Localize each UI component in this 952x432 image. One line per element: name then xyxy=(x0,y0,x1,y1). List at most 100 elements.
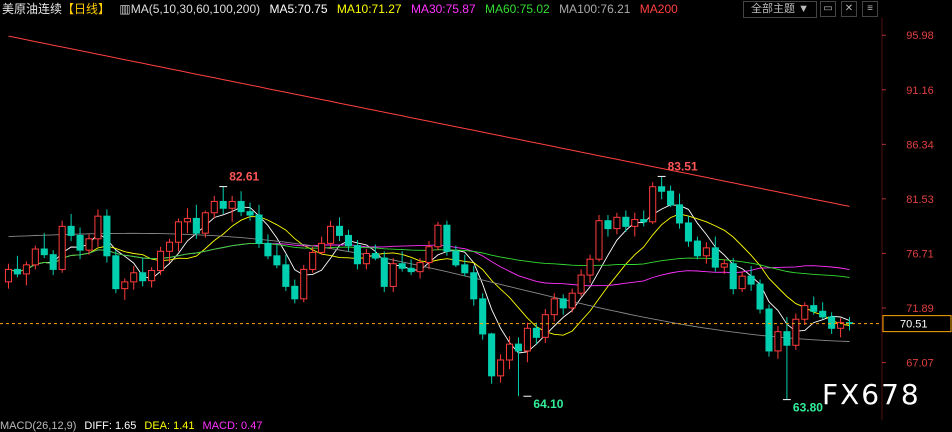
candle-body xyxy=(756,283,764,310)
candle-body xyxy=(828,316,836,329)
candle-body xyxy=(595,220,603,260)
current-price-label: 70.51 xyxy=(900,319,928,331)
candle-body xyxy=(702,247,710,257)
candle-body xyxy=(327,225,335,244)
candle-body xyxy=(40,248,48,256)
candle-body xyxy=(344,234,353,247)
candle-body xyxy=(559,298,567,309)
candle-body xyxy=(819,310,827,318)
candle-body xyxy=(58,225,66,270)
macd-dea: DEA: 1.41 xyxy=(144,420,195,432)
candle-body xyxy=(774,331,782,352)
candle-body xyxy=(228,200,236,209)
extreme-label: 82.61 xyxy=(229,170,259,184)
candle-body xyxy=(488,333,496,377)
candle-body xyxy=(49,254,57,270)
candle-body xyxy=(792,318,800,346)
ma200-line xyxy=(8,35,850,207)
candle-body xyxy=(747,275,755,285)
candle-body xyxy=(4,268,13,283)
candle-body xyxy=(335,225,344,236)
candle-body xyxy=(112,255,120,290)
candle-body xyxy=(22,264,30,275)
candle-body xyxy=(443,224,451,252)
candle-body xyxy=(237,200,245,213)
macd-legend: MACD(26,12,9) DIFF: 1.65 DEA: 1.41 MACD: 0.… xyxy=(0,420,270,432)
candle-body xyxy=(13,268,21,275)
y-tick-label: 95.98 xyxy=(906,30,934,42)
candle-body xyxy=(121,281,129,290)
candle-body xyxy=(783,331,791,346)
candle-body xyxy=(693,240,701,257)
candle-body xyxy=(568,292,576,309)
candle-body xyxy=(380,257,388,287)
candle-body xyxy=(264,242,272,257)
candle-body xyxy=(684,222,693,242)
y-tick-label: 81.53 xyxy=(906,194,934,206)
candle-body xyxy=(318,242,326,253)
candle-body xyxy=(640,219,648,223)
candle-body xyxy=(470,272,478,300)
candle-body xyxy=(497,359,505,377)
price-chart[interactable]: 95.98 91.16 86.34 81.53 76.71 71.89 67.07 70.51… xyxy=(0,0,952,430)
candle-body xyxy=(362,253,370,265)
candle-body xyxy=(532,327,540,338)
candle-body xyxy=(523,327,531,352)
candle-body xyxy=(246,211,254,216)
candle-body xyxy=(622,216,630,227)
candle-body xyxy=(631,219,639,227)
candle-body xyxy=(389,263,397,287)
candle-body xyxy=(416,262,424,273)
candle-body xyxy=(353,245,361,265)
candle-body xyxy=(711,247,719,268)
y-tick-label: 91.16 xyxy=(906,85,934,97)
candle-body xyxy=(586,258,594,276)
candle-body xyxy=(157,250,165,272)
candle-body xyxy=(738,275,746,290)
candle-body xyxy=(577,274,585,294)
candle-body xyxy=(255,214,263,244)
candle-body xyxy=(675,204,684,224)
candle-body xyxy=(371,253,379,259)
candle-body xyxy=(729,263,737,290)
candle-body xyxy=(130,272,138,283)
candle-body xyxy=(309,251,317,270)
candle-body xyxy=(550,298,558,316)
candle-body xyxy=(85,238,93,251)
candle-body xyxy=(541,314,549,338)
candle-body xyxy=(165,241,174,252)
candle-body xyxy=(505,343,514,361)
candle-body xyxy=(461,264,469,274)
candle-body xyxy=(201,212,209,234)
candle-body xyxy=(801,305,809,320)
candle-body xyxy=(479,298,487,335)
extreme-label: 63.80 xyxy=(793,401,823,415)
candle-body xyxy=(658,186,666,192)
candle-body xyxy=(192,217,200,234)
candle-body xyxy=(434,224,442,248)
candle-body xyxy=(210,200,218,214)
candle-body xyxy=(398,263,406,269)
candle-body xyxy=(514,343,523,352)
candle-body xyxy=(300,268,308,300)
candle-body xyxy=(720,263,728,268)
candle-body xyxy=(103,215,111,257)
watermark-logo: FX678 xyxy=(822,378,921,411)
macd-diff: DIFF: 1.65 xyxy=(84,420,137,432)
candle-body xyxy=(31,248,39,266)
candle-body xyxy=(407,267,415,273)
candle-body xyxy=(67,225,75,236)
candle-body xyxy=(183,217,191,223)
extreme-label: 64.10 xyxy=(533,397,563,411)
candle-body xyxy=(273,255,281,266)
macd-value: MACD: 0.47 xyxy=(202,420,263,432)
y-tick-label: 67.07 xyxy=(906,358,934,370)
y-tick-label: 76.71 xyxy=(906,248,934,260)
candle-body xyxy=(139,272,147,282)
macd-label: MACD(26,12,9) xyxy=(0,420,77,432)
candle-body xyxy=(667,190,675,206)
candle-body xyxy=(148,270,156,282)
candle-body xyxy=(76,234,84,251)
candle-body xyxy=(604,220,612,230)
candle-body xyxy=(282,264,290,287)
